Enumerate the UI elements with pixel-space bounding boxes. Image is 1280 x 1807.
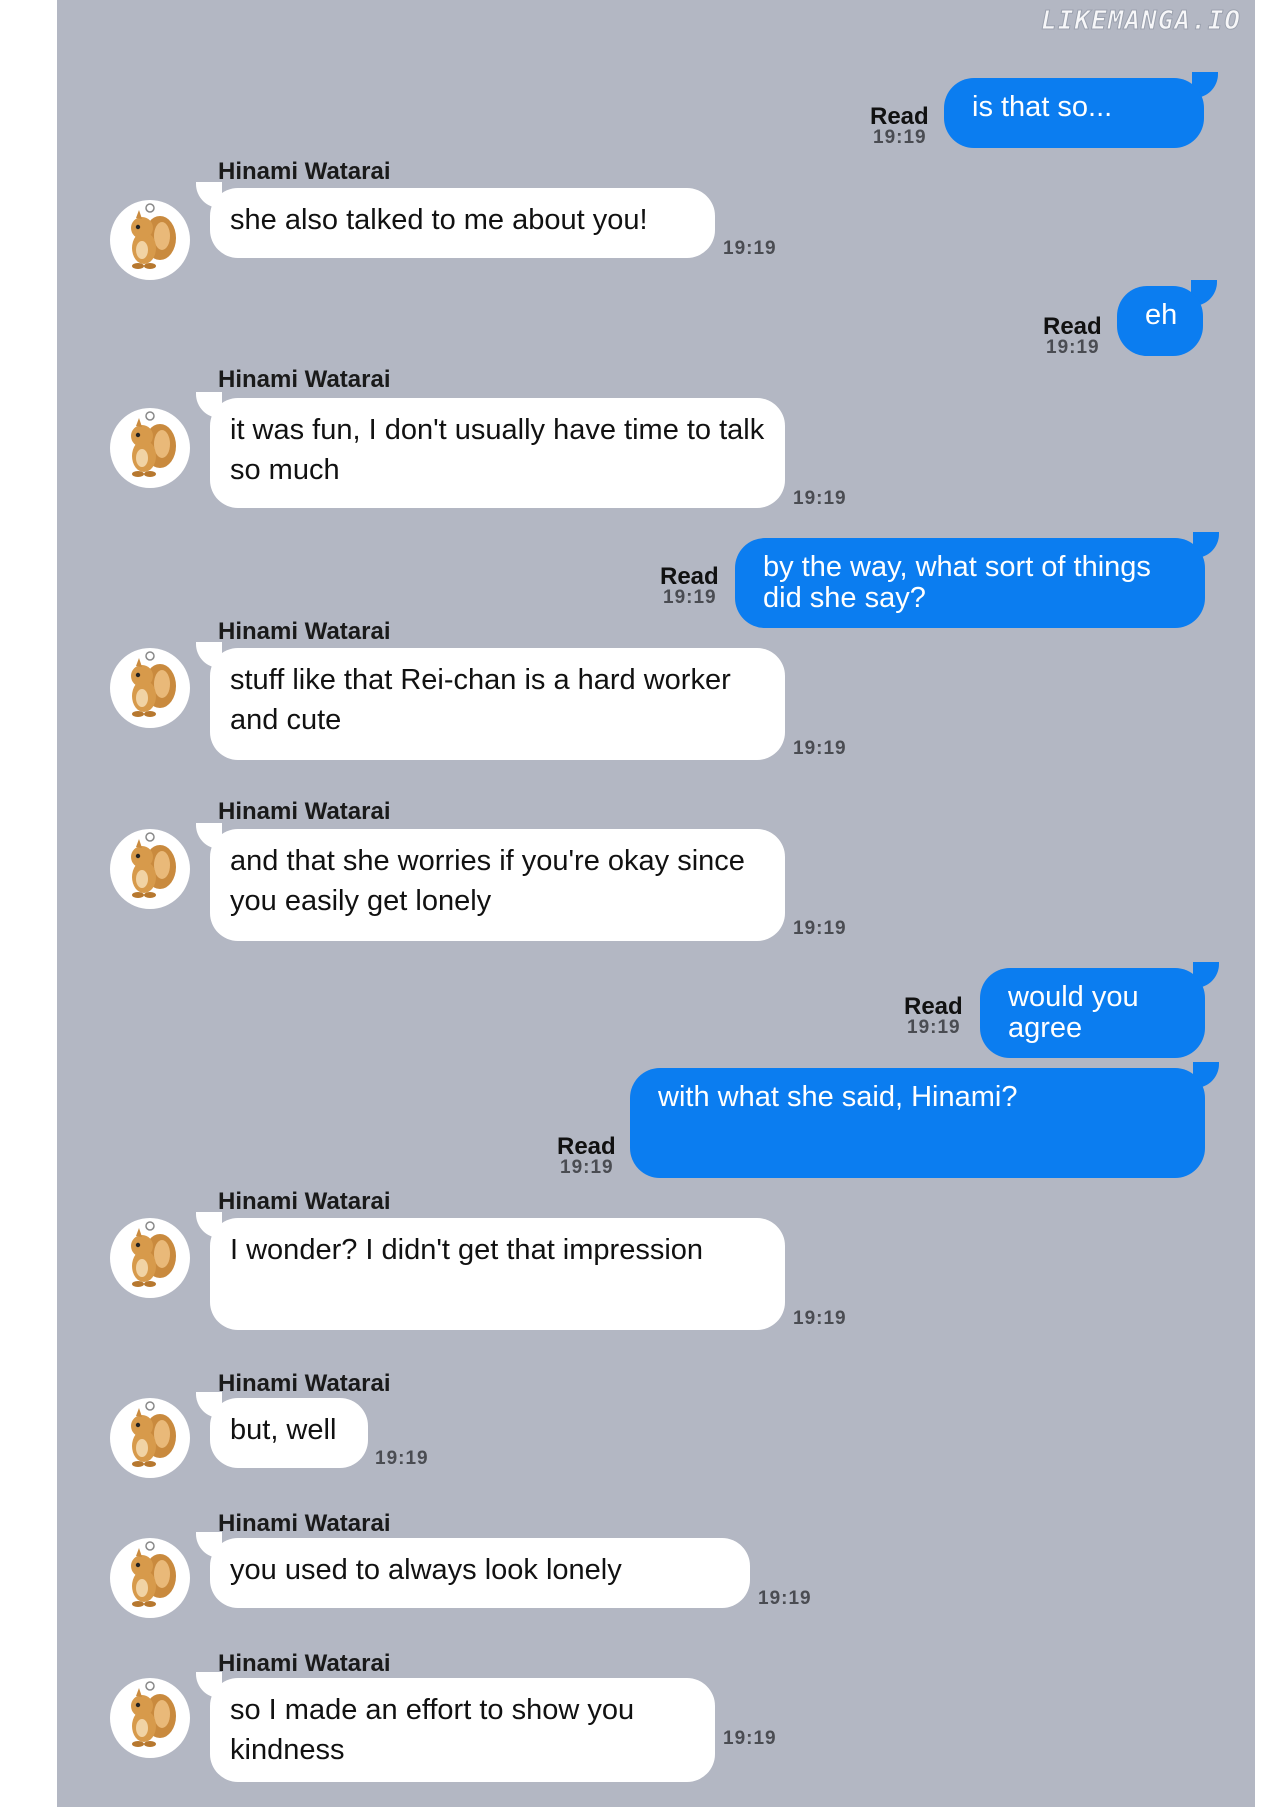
message-text: it was fun, I don't usually have time to… (230, 414, 765, 486)
timestamp: 19:19 (560, 1157, 614, 1178)
message-text: stuff like that Rei-chan is a hard worke… (230, 664, 731, 736)
avatar[interactable] (110, 1678, 190, 1758)
avatar[interactable] (110, 200, 190, 280)
message-bubble[interactable]: so I made an effort to show you kindness (210, 1678, 715, 1782)
message-bubble[interactable]: by the way, what sort of things did she … (735, 538, 1205, 628)
message-bubble[interactable]: stuff like that Rei-chan is a hard worke… (210, 648, 785, 760)
message-text: I wonder? I didn't get that impression (230, 1234, 704, 1266)
squirrel-icon (110, 1678, 190, 1758)
message-bubble[interactable]: you used to always look lonely (210, 1538, 750, 1608)
message-text: by the way, what sort of things did she … (763, 551, 1151, 614)
timestamp: 19:19 (793, 918, 847, 939)
message-text: is that so... (972, 91, 1113, 123)
message-text: with what she said, Hinami? (658, 1081, 1018, 1113)
squirrel-icon (110, 1218, 190, 1298)
timestamp: 19:19 (873, 127, 927, 148)
message-text: and that she worries if you're okay sinc… (230, 845, 745, 917)
timestamp: 19:19 (723, 238, 777, 259)
message-text: she also talked to me about you! (230, 204, 648, 236)
message-bubble[interactable]: but, well (210, 1398, 368, 1468)
sender-name: Hinami Watarai (218, 1188, 391, 1215)
watermark: LIKEMANGA.IO (1041, 6, 1241, 37)
avatar[interactable] (110, 408, 190, 488)
sender-name: Hinami Watarai (218, 1510, 391, 1537)
timestamp: 19:19 (723, 1728, 777, 1749)
timestamp: 19:19 (793, 488, 847, 509)
message-text: eh (1145, 299, 1178, 331)
message-bubble[interactable]: and that she worries if you're okay sinc… (210, 829, 785, 941)
message-bubble[interactable]: eh (1117, 286, 1203, 356)
message-text: so I made an effort to show you kindness (230, 1694, 635, 1766)
sender-name: Hinami Watarai (218, 1650, 391, 1677)
avatar[interactable] (110, 1218, 190, 1298)
squirrel-icon (110, 829, 190, 909)
timestamp: 19:19 (758, 1588, 812, 1609)
message-bubble[interactable]: with what she said, Hinami? (630, 1068, 1205, 1178)
message-text: you used to always look lonely (230, 1554, 622, 1586)
squirrel-icon (110, 200, 190, 280)
message-bubble[interactable]: it was fun, I don't usually have time to… (210, 398, 785, 508)
avatar[interactable] (110, 1398, 190, 1478)
sender-name: Hinami Watarai (218, 158, 391, 185)
sender-name: Hinami Watarai (218, 798, 391, 825)
timestamp: 19:19 (663, 587, 717, 608)
message-bubble[interactable]: is that so... (944, 78, 1204, 148)
sender-name: Hinami Watarai (218, 618, 391, 645)
message-text: would you agree (1008, 981, 1139, 1044)
sender-name: Hinami Watarai (218, 366, 391, 393)
avatar[interactable] (110, 829, 190, 909)
squirrel-icon (110, 1398, 190, 1478)
squirrel-icon (110, 408, 190, 488)
squirrel-icon (110, 648, 190, 728)
squirrel-icon (110, 1538, 190, 1618)
timestamp: 19:19 (907, 1017, 961, 1038)
message-bubble[interactable]: she also talked to me about you! (210, 188, 715, 258)
timestamp: 19:19 (375, 1448, 429, 1469)
avatar[interactable] (110, 648, 190, 728)
avatar[interactable] (110, 1538, 190, 1618)
sender-name: Hinami Watarai (218, 1370, 391, 1397)
message-bubble[interactable]: I wonder? I didn't get that impression (210, 1218, 785, 1330)
message-text: but, well (230, 1414, 337, 1446)
timestamp: 19:19 (793, 738, 847, 759)
message-bubble[interactable]: would you agree (980, 968, 1205, 1058)
timestamp: 19:19 (1046, 337, 1100, 358)
timestamp: 19:19 (793, 1308, 847, 1329)
